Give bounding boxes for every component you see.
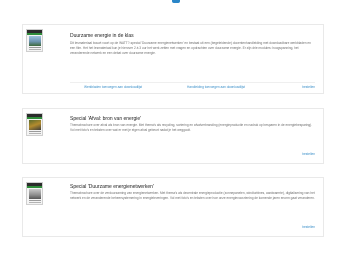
order-link[interactable]: bestellen (302, 85, 315, 90)
magazine-cover-thumbnail[interactable] (26, 182, 43, 205)
add-worksheets-to-download-list-link[interactable]: Werkbladen toevoegen aan downloadlijst (84, 85, 142, 90)
order-link[interactable]: bestellen (302, 152, 315, 157)
list-item: Duurzame energie in de klas Dit lesmater… (22, 24, 324, 94)
magazine-cover-thumbnail[interactable] (26, 29, 43, 52)
order-link[interactable]: bestellen (302, 225, 315, 230)
item-title: Special 'Afval: bron van energie' (70, 116, 142, 122)
magazine-cover-thumbnail[interactable] (26, 113, 43, 136)
divider (70, 82, 315, 83)
item-title: Duurzame energie in de klas (70, 33, 134, 39)
add-manual-to-download-list-link[interactable]: Handleiding toevoegen aan downloadlijst (187, 85, 245, 90)
page: Duurzame energie in de klas Dit lesmater… (0, 0, 351, 264)
list-item: Special 'Duurzame energienetwerken' Them… (22, 177, 324, 237)
item-description: Themabrochure over de verduurzaming van … (70, 191, 315, 200)
list-item: Special 'Afval: bron van energie' Themab… (22, 108, 324, 164)
top-tab-indicator[interactable] (172, 0, 180, 3)
item-description: Dit lesmateriaal bouwt voort op de WATT?… (70, 41, 311, 55)
item-description: Themabrochure over afval als bron van en… (70, 123, 313, 132)
item-title: Special 'Duurzame energienetwerken' (70, 184, 154, 190)
